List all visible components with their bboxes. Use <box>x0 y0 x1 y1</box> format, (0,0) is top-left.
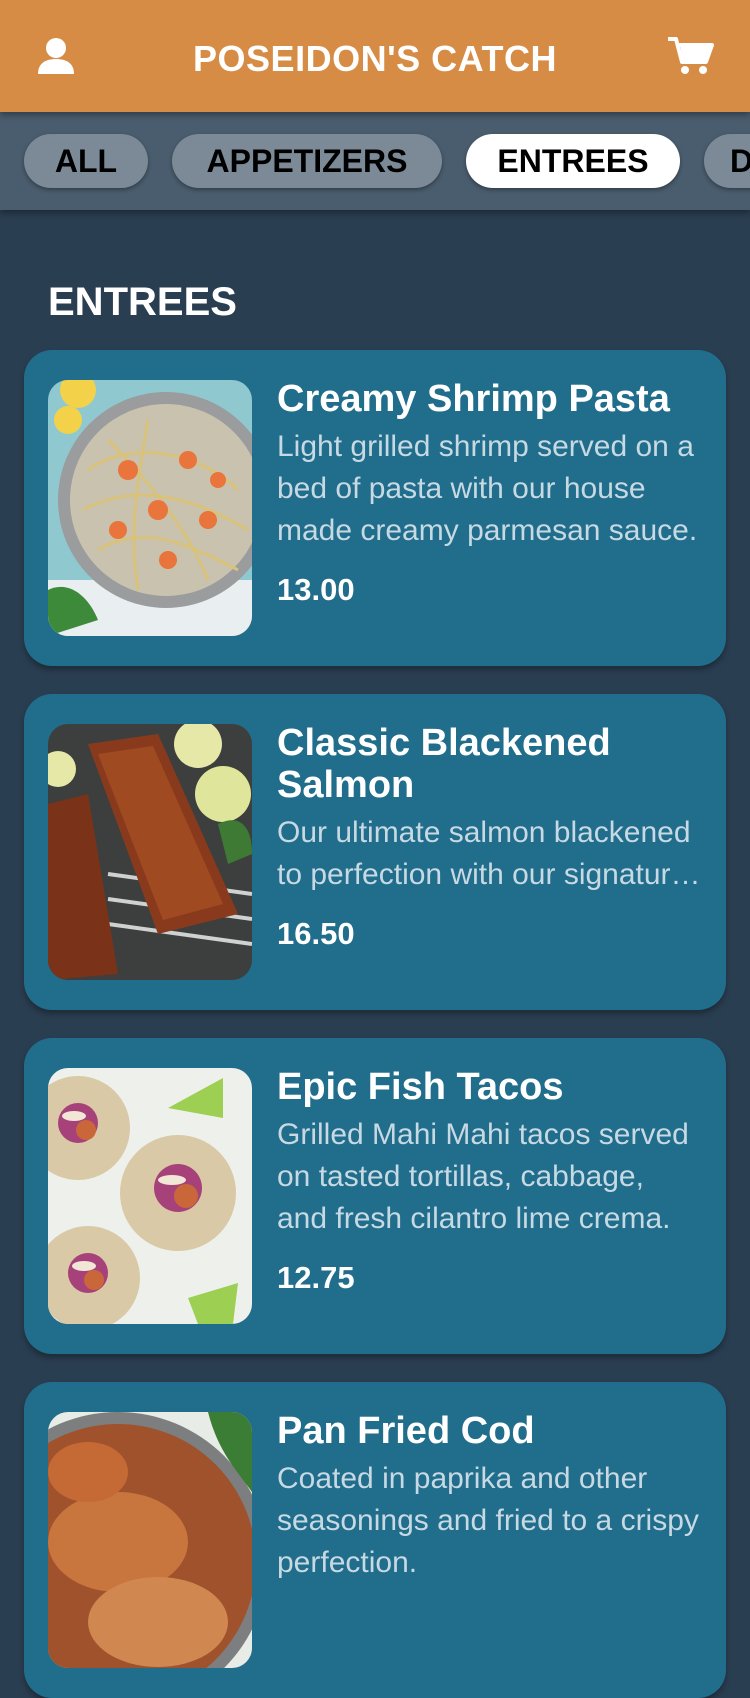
item-price: 13.00 <box>277 572 355 607</box>
item-name: Classic Blackened Salmon <box>277 722 611 806</box>
item-description: Grilled Mahi Mahi tacos served on tasted… <box>277 1118 689 1235</box>
pan-fried-cod-photo <box>48 1412 252 1668</box>
app-header: POSEIDON'S CATCH <box>0 0 750 112</box>
menu-item-card[interactable]: Epic Fish Tacos Grilled Mahi Mahi tacos … <box>24 1038 726 1354</box>
tab-desserts[interactable]: DESSERTS <box>704 134 750 188</box>
item-price: 16.50 <box>277 916 355 951</box>
item-name: Epic Fish Tacos <box>277 1066 564 1108</box>
cart-icon[interactable] <box>668 36 714 76</box>
section-title: ENTREES <box>48 280 237 324</box>
item-description: Coated in paprika and other seasonings a… <box>277 1462 699 1579</box>
item-price: 12.75 <box>277 1260 355 1295</box>
menu-item-card[interactable]: Creamy Shrimp Pasta Light grilled shrimp… <box>24 350 726 666</box>
item-description: Light grilled shrimp served on a bed of … <box>277 430 698 547</box>
category-tabs: ALL APPETIZERS ENTREES DESSERTS <box>0 112 750 210</box>
item-name: Pan Fried Cod <box>277 1410 535 1452</box>
menu-item-card[interactable]: Pan Fried Cod Coated in paprika and othe… <box>24 1382 726 1698</box>
shrimp-pasta-photo <box>48 380 252 636</box>
tab-all[interactable]: ALL <box>24 134 148 188</box>
menu-item-card[interactable]: Classic Blackened Salmon Our ultimate sa… <box>24 694 726 1010</box>
item-name: Creamy Shrimp Pasta <box>277 378 670 420</box>
item-description: Our ultimate salmon blackened to perfect… <box>277 816 691 891</box>
tab-appetizers[interactable]: APPETIZERS <box>172 134 442 188</box>
tab-entrees[interactable]: ENTREES <box>466 134 680 188</box>
fish-tacos-photo <box>48 1068 252 1324</box>
app-title: POSEIDON'S CATCH <box>193 38 557 79</box>
blackened-salmon-photo <box>48 724 252 980</box>
